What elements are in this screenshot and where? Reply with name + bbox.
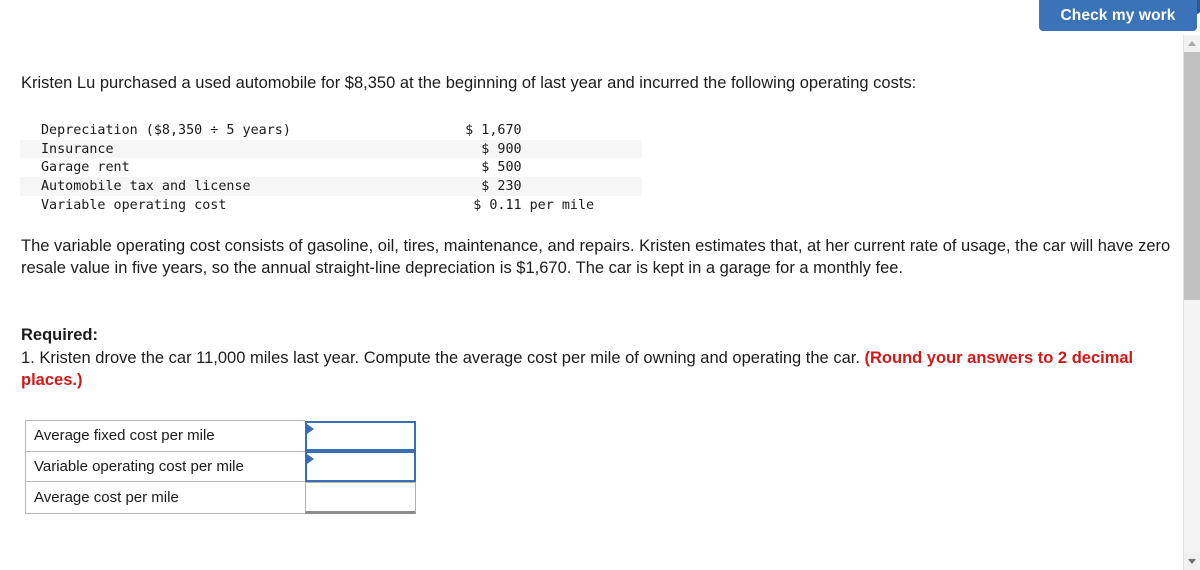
answer-required-marker-icon — [307, 454, 314, 464]
cost-row: Depreciation ($8,350 ÷ 5 years) $ 1,670 — [20, 121, 642, 140]
answer-input-box[interactable] — [305, 451, 416, 482]
answer-row: Variable operating cost per mile — [25, 450, 417, 482]
required-heading: Required: — [21, 326, 99, 344]
cost-row-amount: $ 230 — [481, 178, 522, 194]
cost-row-label: Insurance — [41, 141, 114, 157]
scroll-up-button[interactable] — [1184, 35, 1200, 52]
answer-row-label: Variable operating cost per mile — [25, 450, 305, 482]
intro-paragraph: Kristen Lu purchased a used automobile f… — [21, 74, 917, 92]
explanation-paragraph: The variable operating cost consists of … — [21, 237, 1171, 277]
answer-required-marker-icon — [307, 423, 314, 434]
answer-entry-body: Average fixed cost per mile Variable oper… — [25, 420, 417, 514]
cost-row: Insurance $ 900 — [20, 139, 642, 159]
required-question: 1. Kristen drove the car 11,000 miles la… — [21, 348, 1141, 392]
answer-input-field[interactable] — [312, 484, 412, 509]
cost-row-amount: $ 0.11 — [473, 197, 522, 213]
cost-row-label: Variable operating cost — [41, 197, 227, 213]
cost-row-suffix — [522, 121, 642, 140]
answer-input-field[interactable] — [313, 423, 413, 448]
answer-input-cell[interactable] — [305, 420, 417, 451]
answer-input-box[interactable] — [305, 481, 416, 514]
cost-row: Garage rent $ 500 — [20, 158, 642, 177]
required-question-text: 1. Kristen drove the car 11,000 miles la… — [21, 349, 865, 367]
answer-input-field[interactable] — [313, 454, 413, 478]
check-my-work-container: Check my work — [1039, 0, 1200, 31]
vertical-scrollbar[interactable] — [1183, 35, 1200, 570]
answer-input-cell[interactable] — [305, 451, 417, 482]
operating-costs-body: Depreciation ($8,350 ÷ 5 years) $ 1,670 In… — [20, 121, 642, 214]
cost-row-label: Depreciation ($8,350 ÷ 5 years) — [41, 122, 291, 138]
cost-row-suffix — [522, 158, 642, 177]
answer-row-label: Average fixed cost per mile — [25, 420, 305, 452]
answer-row-label: Average cost per mile — [25, 481, 305, 514]
cost-row-amount: $ 1,670 — [465, 122, 522, 138]
answer-entry-table: Average fixed cost per mile Variable oper… — [25, 420, 417, 514]
answer-input-cell[interactable] — [305, 481, 417, 514]
cost-row-label: Automobile tax and license — [41, 178, 251, 194]
check-my-work-button[interactable]: Check my work — [1039, 0, 1197, 31]
cost-row: Variable operating cost $ 0.11 per mile — [20, 196, 642, 215]
content-area: Kristen Lu purchased a used automobile f… — [0, 0, 1183, 570]
cost-row-suffix — [522, 140, 642, 159]
cost-row-suffix: per mile — [529, 197, 595, 213]
scroll-up-arrow-icon — [1188, 41, 1196, 46]
scroll-down-arrow-icon — [1188, 559, 1196, 564]
cost-row-suffix — [522, 177, 642, 196]
cost-row-label: Garage rent — [41, 160, 130, 176]
cost-row-amount: $ 900 — [481, 141, 522, 157]
scrollbar-thumb[interactable] — [1184, 52, 1200, 300]
answer-row: Average cost per mile — [25, 481, 417, 514]
answer-row: Average fixed cost per mile — [25, 420, 417, 452]
page-root: Kristen Lu purchased a used automobile f… — [0, 0, 1200, 570]
cost-row: Automobile tax and license $ 230 — [20, 177, 642, 196]
answer-input-box[interactable] — [305, 420, 416, 451]
operating-costs-table: Depreciation ($8,350 ÷ 5 years) $ 1,670 In… — [20, 121, 642, 214]
cost-row-amount: $ 500 — [481, 160, 522, 176]
scroll-down-button[interactable] — [1184, 553, 1200, 570]
